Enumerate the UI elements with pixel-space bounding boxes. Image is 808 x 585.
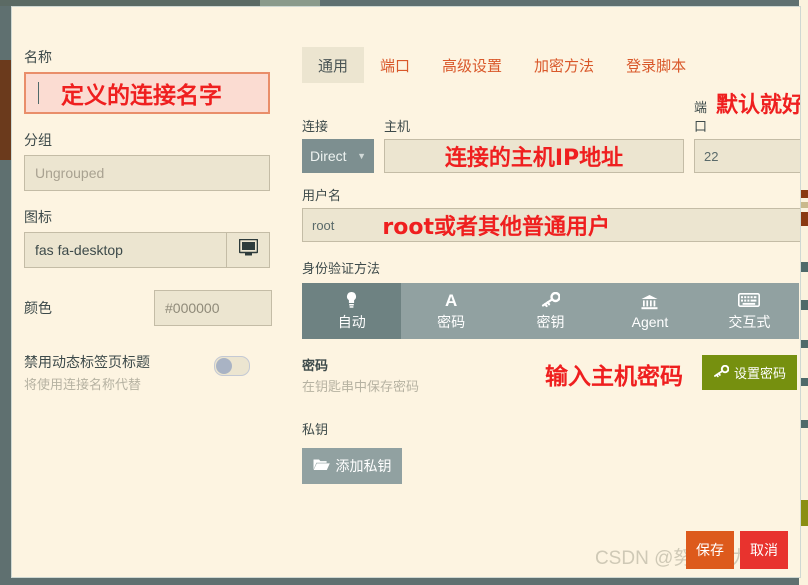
connection-type-value: Direct (310, 148, 347, 164)
username-value: root (312, 218, 334, 233)
chevron-down-icon: ▼ (357, 151, 366, 161)
port-group: 端口 默认就好 22 (694, 97, 801, 173)
right-settings-column: 通用 端口 高级设置 加密方法 登录脚本 连接 Direct ▼ 主机 连接的主… (302, 47, 800, 484)
name-annotation: 定义的连接名字 (61, 76, 222, 110)
name-input[interactable]: 定义的连接名字 (24, 72, 270, 114)
color-field-label: 颜色 (24, 298, 154, 318)
auth-method-agent-label: Agent (632, 314, 669, 330)
port-label-row: 端口 默认就好 (694, 97, 801, 135)
auth-method-auto-label: 自动 (338, 312, 366, 332)
connection-type-label: 连接 (302, 116, 374, 135)
add-private-key-button[interactable]: 添加私钥 (302, 448, 402, 484)
settings-tabs: 通用 端口 高级设置 加密方法 登录脚本 (302, 47, 800, 83)
icon-name-input[interactable]: fas fa-desktop (24, 232, 226, 268)
key-icon (713, 365, 729, 381)
auth-method-agent[interactable]: Agent (600, 283, 699, 339)
tab-advanced-label: 高级设置 (442, 55, 502, 76)
color-field-row: 颜色 #000000 (24, 290, 282, 326)
letter-a-icon: A (445, 290, 457, 310)
auth-method-interactive-label: 交互式 (728, 312, 770, 332)
auth-method-auto[interactable]: 自动 (302, 283, 401, 339)
save-button-label: 保存 (696, 540, 724, 560)
auth-method-bar: 自动 A 密码 密钥 Agent (302, 283, 799, 339)
key-icon (541, 290, 560, 310)
group-input[interactable]: Ungrouped (24, 155, 270, 191)
group-field-label: 分组 (24, 130, 282, 150)
port-value: 22 (704, 149, 718, 164)
host-label: 主机 (384, 116, 684, 135)
dynamic-tab-title-label: 禁用动态标签页标题 (24, 352, 214, 372)
auth-method-password[interactable]: A 密码 (401, 283, 500, 339)
auth-method-interactive[interactable]: 交互式 (700, 283, 799, 339)
tab-login-script[interactable]: 登录脚本 (610, 47, 702, 83)
dynamic-tab-title-subtitle: 将使用连接名称代替 (24, 374, 214, 393)
tab-encryption[interactable]: 加密方法 (518, 47, 610, 83)
tab-encryption-label: 加密方法 (534, 55, 594, 76)
dialog-footer-buttons: 保存 取消 (686, 531, 788, 569)
bank-icon (641, 292, 658, 312)
host-input[interactable]: 连接的主机IP地址 (384, 139, 684, 173)
lightbulb-icon (345, 290, 358, 310)
auth-method-key[interactable]: 密钥 (501, 283, 600, 339)
dynamic-tab-title-toggle[interactable] (214, 356, 250, 376)
connection-type-group: 连接 Direct ▼ (302, 116, 374, 173)
icon-field-label: 图标 (24, 207, 282, 227)
tab-advanced[interactable]: 高级设置 (426, 47, 518, 83)
icon-name-value: fas fa-desktop (35, 242, 123, 258)
port-input[interactable]: 22 (694, 139, 801, 173)
tab-general[interactable]: 通用 (302, 47, 364, 83)
set-password-button-label: 设置密码 (734, 363, 786, 382)
auth-method-label: 身份验证方法 (302, 258, 800, 277)
icon-field-row: fas fa-desktop (24, 232, 270, 268)
password-section: 密码 在钥匙串中保存密码 输入主机密码 设置密码 (302, 355, 800, 395)
connection-type-select[interactable]: Direct ▼ (302, 139, 374, 173)
username-input[interactable]: root root或者其他普通用户 (302, 208, 801, 242)
add-private-key-button-label: 添加私钥 (336, 456, 392, 476)
connection-row: 连接 Direct ▼ 主机 连接的主机IP地址 端口 默认就好 22 (302, 97, 800, 173)
dynamic-tab-title-texts: 禁用动态标签页标题 将使用连接名称代替 (24, 352, 214, 393)
keyboard-icon (738, 290, 760, 310)
host-group: 主机 连接的主机IP地址 (384, 116, 684, 173)
left-settings-column: 名称 定义的连接名字 分组 Ungrouped 图标 fas fa-deskto… (24, 47, 282, 393)
auth-method-group: 身份验证方法 自动 A 密码 密钥 (302, 258, 800, 339)
dynamic-tab-title-row: 禁用动态标签页标题 将使用连接名称代替 (24, 352, 282, 393)
port-label: 端口 (694, 97, 712, 135)
username-group: 用户名 root root或者其他普通用户 (302, 185, 800, 242)
set-password-button[interactable]: 设置密码 (702, 355, 797, 390)
folder-open-icon (313, 458, 330, 474)
auth-method-password-label: 密码 (437, 312, 465, 332)
host-annotation: 连接的主机IP地址 (445, 140, 623, 172)
save-button[interactable]: 保存 (686, 531, 734, 569)
auth-method-key-label: 密钥 (537, 312, 565, 332)
private-key-section: 私钥 添加私钥 (302, 419, 800, 484)
text-caret (38, 82, 39, 104)
desktop-icon (239, 239, 258, 261)
cancel-button[interactable]: 取消 (740, 531, 788, 569)
group-placeholder: Ungrouped (35, 165, 104, 181)
username-label: 用户名 (302, 185, 800, 204)
icon-preview[interactable] (226, 232, 270, 268)
cancel-button-label: 取消 (750, 540, 778, 560)
tab-general-label: 通用 (318, 55, 348, 76)
port-annotation: 默认就好 (716, 98, 801, 114)
toggle-knob (216, 358, 232, 374)
connection-settings-dialog: 名称 定义的连接名字 分组 Ungrouped 图标 fas fa-deskto… (11, 6, 801, 578)
password-annotation: 输入主机密码 (545, 357, 683, 391)
tab-port-label: 端口 (380, 55, 410, 76)
name-field-label: 名称 (24, 47, 282, 67)
color-input[interactable]: #000000 (154, 290, 272, 326)
tab-port[interactable]: 端口 (364, 47, 426, 83)
background-left-strip (0, 60, 11, 160)
private-key-title: 私钥 (302, 419, 800, 438)
color-value: #000000 (165, 300, 220, 316)
tab-login-script-label: 登录脚本 (626, 55, 686, 76)
username-annotation: root或者其他普通用户 (382, 209, 610, 241)
